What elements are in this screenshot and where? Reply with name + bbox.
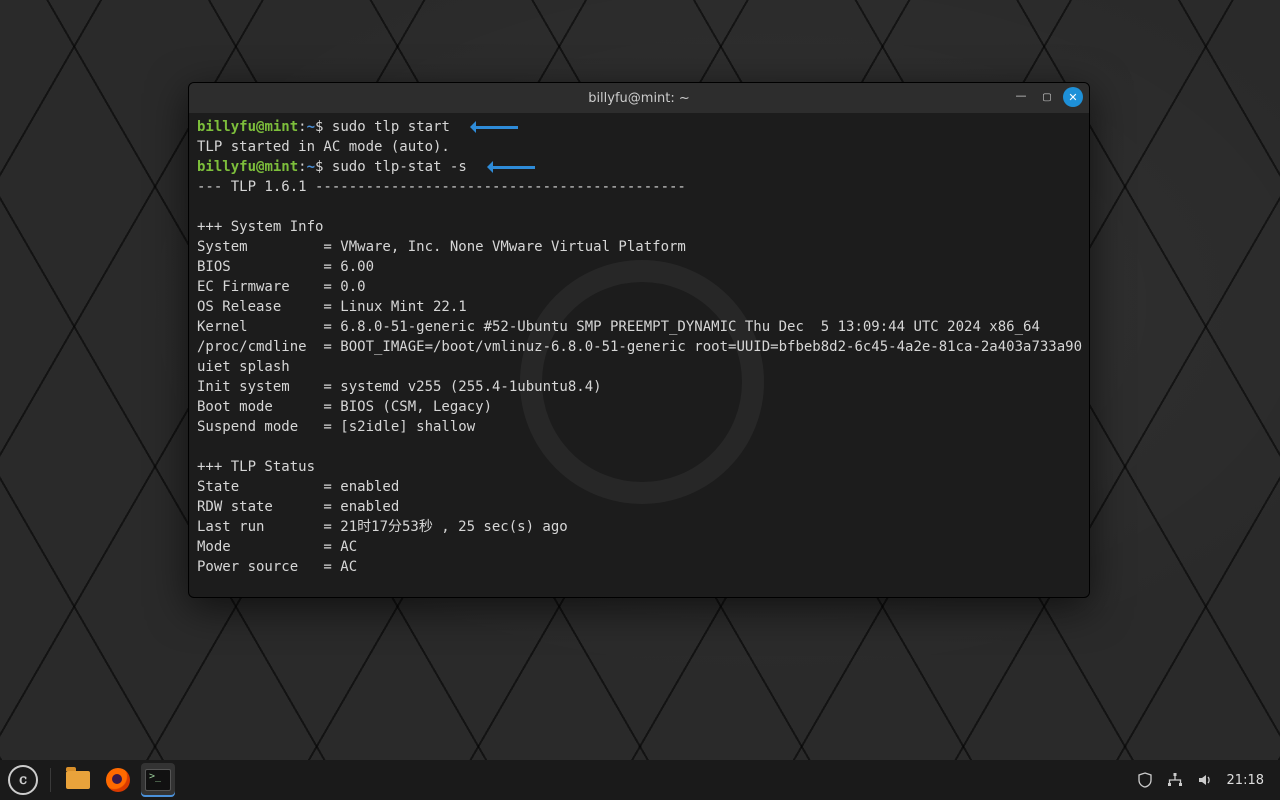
line-rdw: RDW state = enabled — [197, 499, 399, 515]
maximize-button[interactable] — [1037, 87, 1057, 107]
prompt-host: mint — [264, 119, 298, 135]
command-1: sudo tlp start — [332, 119, 450, 135]
prompt-path: ~ — [307, 119, 315, 135]
folder-icon — [66, 771, 90, 789]
command-2: sudo tlp-stat -s — [332, 159, 467, 175]
arrow-icon — [481, 162, 535, 172]
line-system: System = VMware, Inc. None VMware Virtua… — [197, 239, 686, 255]
tlp-header: --- TLP 1.6.1 --------------------------… — [197, 179, 686, 195]
window-controls — [1011, 87, 1083, 107]
line-bios: BIOS = 6.00 — [197, 259, 374, 275]
terminal-window: billyfu@mint: ~ billyfu@mint:~$ sudo tlp… — [188, 82, 1090, 598]
taskbar: ⅽ 21:18 — [0, 760, 1280, 800]
network-icon[interactable] — [1167, 772, 1183, 788]
volume-icon[interactable] — [1197, 772, 1213, 788]
line-os: OS Release = Linux Mint 22.1 — [197, 299, 467, 315]
line-mode: Mode = AC — [197, 539, 357, 555]
firefox-launcher[interactable] — [101, 763, 135, 797]
terminal-output[interactable]: billyfu@mint:~$ sudo tlp start TLP start… — [189, 113, 1089, 597]
line-cmdline: /proc/cmdline = BOOT_IMAGE=/boot/vmlinuz… — [197, 339, 1089, 355]
window-title: billyfu@mint: ~ — [588, 91, 690, 106]
section-status: +++ TLP Status — [197, 459, 315, 475]
desktop-wallpaper: ◎ 系统极客 billyfu@mint: ~ billyfu@mint:~$ s… — [0, 0, 1280, 760]
mint-logo-icon: ⅽ — [8, 765, 38, 795]
line-init: Init system = systemd v255 (255.4-1ubunt… — [197, 379, 602, 395]
section-sysinfo: +++ System Info — [197, 219, 323, 235]
arrow-icon — [464, 122, 518, 132]
line-kernel: Kernel = 6.8.0-51-generic #52-Ubuntu SMP… — [197, 319, 1040, 335]
prompt-user: billyfu — [197, 119, 256, 135]
line-power: Power source = AC — [197, 559, 357, 575]
command-1-output: TLP started in AC mode (auto). — [197, 139, 450, 155]
terminal-taskbar-button[interactable] — [141, 763, 175, 797]
line-ec: EC Firmware = 0.0 — [197, 279, 366, 295]
shield-icon[interactable] — [1137, 772, 1153, 788]
clock[interactable]: 21:18 — [1227, 773, 1264, 788]
line-state: State = enabled — [197, 479, 399, 495]
separator — [50, 768, 51, 792]
terminal-icon — [145, 769, 171, 791]
firefox-icon — [106, 768, 130, 792]
line-lastrun: Last run = 21时17分53秒 , 25 sec(s) ago — [197, 519, 568, 535]
titlebar[interactable]: billyfu@mint: ~ — [189, 83, 1089, 113]
files-launcher[interactable] — [61, 763, 95, 797]
menu-button[interactable]: ⅽ — [6, 763, 40, 797]
line-cmdline2: uiet splash — [197, 359, 290, 375]
minimize-button[interactable] — [1011, 87, 1031, 107]
close-button[interactable] — [1063, 87, 1083, 107]
line-bootmode: Boot mode = BIOS (CSM, Legacy) — [197, 399, 492, 415]
line-suspend: Suspend mode = [s2idle] shallow — [197, 419, 475, 435]
